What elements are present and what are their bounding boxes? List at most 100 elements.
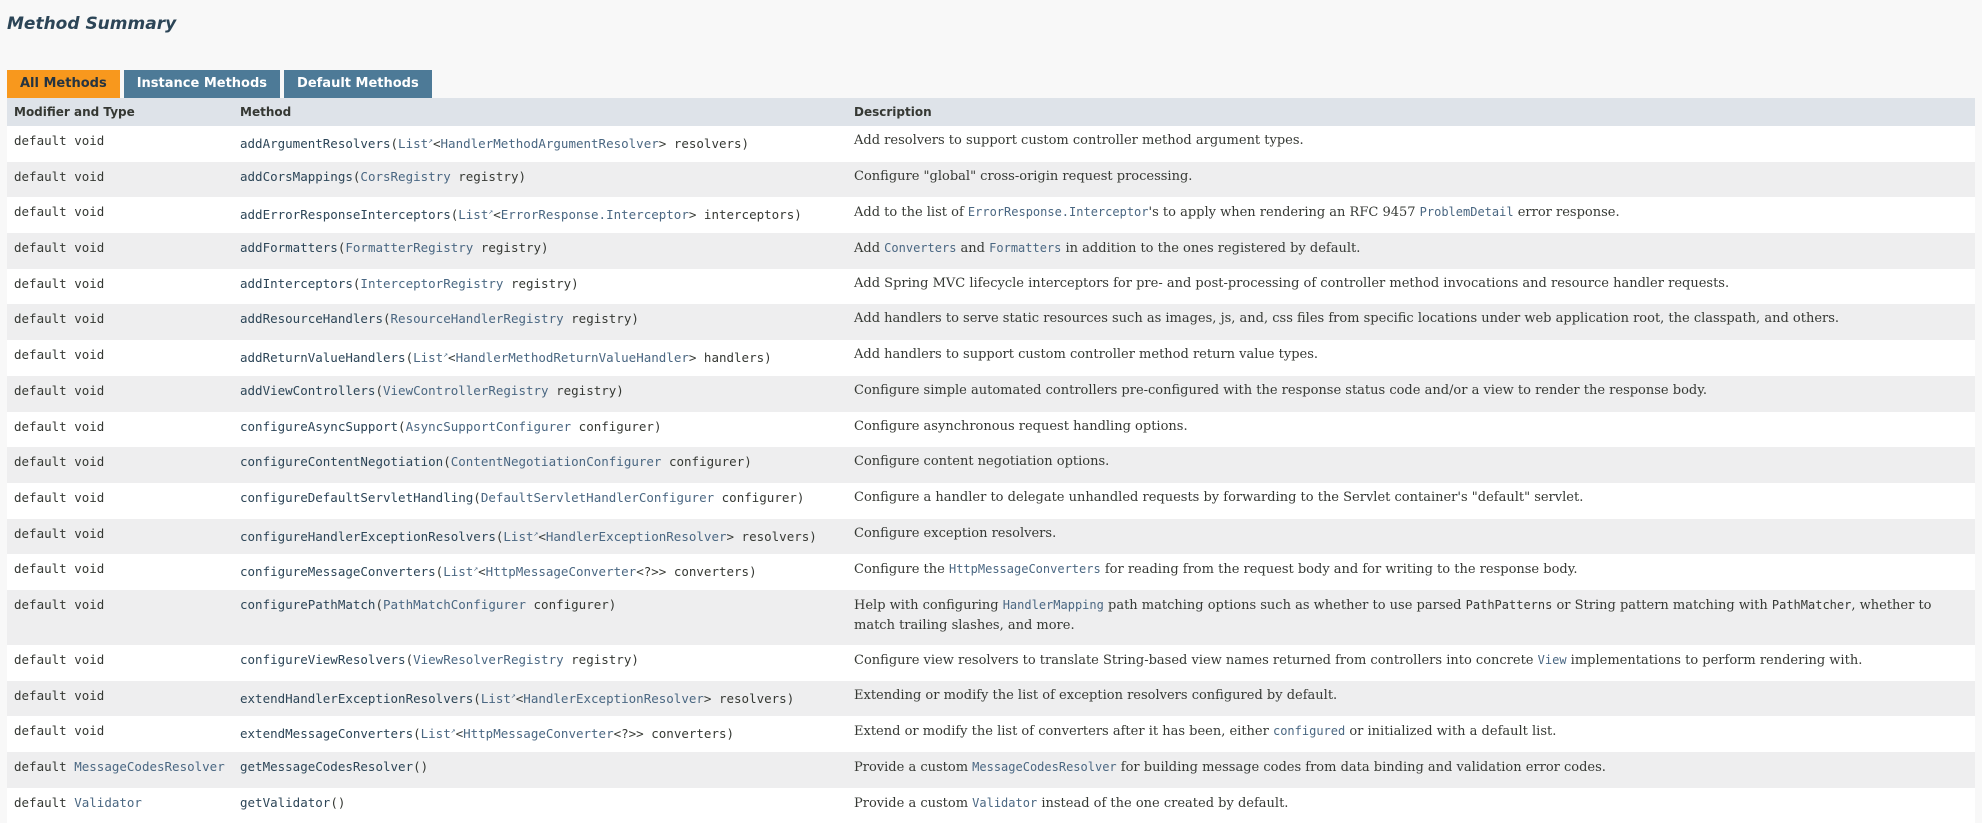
method-name-link[interactable]: addArgumentResolvers: [240, 136, 391, 151]
type-link[interactable]: ErrorResponse.Interceptor: [501, 208, 689, 223]
text-segment: default void: [14, 204, 105, 220]
code-link[interactable]: ErrorResponse.Interceptor: [968, 205, 1149, 219]
code-link[interactable]: configured: [1273, 724, 1345, 738]
method-name-link[interactable]: getValidator: [240, 795, 330, 810]
text-segment: <: [455, 726, 464, 742]
description-cell: Provide a custom MessageCodesResolver fo…: [847, 752, 1975, 788]
text-segment: > handlers): [688, 350, 772, 366]
type-link[interactable]: List: [413, 350, 443, 365]
type-link[interactable]: InterceptorRegistry: [360, 276, 503, 291]
method-name-link[interactable]: configureAsyncSupport: [240, 419, 398, 434]
method-name-link[interactable]: configurePathMatch: [240, 597, 375, 612]
text-segment: error response.: [1513, 205, 1620, 221]
method-name-link[interactable]: addViewControllers: [240, 383, 375, 398]
type-link[interactable]: HandlerMethodReturnValueHandler: [456, 350, 689, 365]
method-cell: getMessageCodesResolver(): [233, 752, 847, 788]
modifier-cell: default void: [7, 412, 233, 448]
code-link[interactable]: HttpMessageConverters: [949, 562, 1101, 576]
text-segment: default void: [14, 454, 105, 470]
modifier-cell: default void: [7, 269, 233, 305]
text-segment: default void: [14, 687, 105, 703]
code-link[interactable]: Formatters: [989, 241, 1061, 255]
text-segment: default void: [14, 651, 105, 667]
text-segment: (: [473, 690, 481, 706]
text-segment: (: [375, 382, 383, 398]
method-name-link[interactable]: addInterceptors: [240, 276, 353, 291]
type-link[interactable]: ViewControllerRegistry: [383, 383, 549, 398]
type-link[interactable]: MessageCodesResolver: [74, 759, 225, 774]
description-cell: Extend or modify the list of converters …: [847, 716, 1975, 752]
method-name-link[interactable]: configureViewResolvers: [240, 652, 406, 667]
tab-instance-methods[interactable]: Instance Methods: [123, 70, 281, 98]
table-header-row: Modifier and Type Method Description: [7, 98, 1975, 126]
type-link[interactable]: CorsRegistry: [360, 169, 450, 184]
modifier-cell: default void: [7, 197, 233, 233]
type-link[interactable]: PathMatchConfigurer: [383, 597, 526, 612]
text-segment: 's to apply when rendering an RFC 9457: [1148, 205, 1420, 221]
type-link[interactable]: FormatterRegistry: [345, 240, 473, 255]
code-link[interactable]: View: [1538, 653, 1567, 667]
method-name-link[interactable]: getMessageCodesResolver: [240, 759, 413, 774]
method-name-link[interactable]: configureHandlerExceptionResolvers: [240, 529, 496, 544]
method-name-link[interactable]: addReturnValueHandlers: [240, 350, 406, 365]
text-segment: default void: [14, 347, 105, 363]
text-segment: configurer): [714, 489, 805, 505]
description-cell: Add handlers to serve static resources s…: [847, 304, 1975, 340]
text-segment: Configure view resolvers to translate St…: [854, 652, 1538, 668]
method-cell: addResourceHandlers(ResourceHandlerRegis…: [233, 304, 847, 340]
text-segment: > resolvers): [703, 690, 795, 706]
type-link[interactable]: ResourceHandlerRegistry: [391, 311, 564, 326]
type-link[interactable]: ViewResolverRegistry: [413, 652, 564, 667]
text-segment: Extending or modify the list of exceptio…: [854, 687, 1338, 703]
table-row: default void configureHandlerExceptionRes…: [7, 518, 1975, 555]
type-link[interactable]: List: [458, 208, 488, 223]
text-segment: configurer): [661, 454, 752, 470]
code-link[interactable]: Converters: [884, 241, 956, 255]
method-name-link[interactable]: configureContentNegotiation: [240, 454, 443, 469]
type-link[interactable]: List: [503, 529, 533, 544]
type-link[interactable]: List: [481, 691, 511, 706]
method-name-link[interactable]: addCorsMappings: [240, 169, 353, 184]
type-link[interactable]: HttpMessageConverter: [486, 564, 637, 579]
method-name-link[interactable]: extendMessageConverters: [240, 726, 413, 741]
code-link[interactable]: ProblemDetail: [1420, 205, 1514, 219]
text-segment: configurer): [526, 596, 617, 612]
tab-all-methods[interactable]: All Methods: [7, 70, 120, 98]
code-link[interactable]: HandlerMapping: [1003, 598, 1104, 612]
modifier-cell: default void: [7, 447, 233, 483]
method-cell: addErrorResponseInterceptors(List↗<Error…: [233, 197, 847, 233]
type-link[interactable]: HttpMessageConverter: [463, 726, 614, 741]
description-cell: Configure asynchronous request handling …: [847, 412, 1975, 448]
type-link[interactable]: HandlerExceptionResolver: [523, 691, 704, 706]
method-name-link[interactable]: configureDefaultServletHandling: [240, 490, 473, 505]
code-link[interactable]: Validator: [972, 796, 1037, 810]
code-link[interactable]: MessageCodesResolver: [972, 760, 1117, 774]
text-segment: (: [473, 489, 481, 505]
type-link[interactable]: List: [421, 726, 451, 741]
table-row: default Validator getValidator() Provide a…: [7, 787, 1975, 823]
method-name-link[interactable]: addFormatters: [240, 240, 338, 255]
type-link[interactable]: HandlerMethodArgumentResolver: [441, 136, 659, 151]
method-name-link[interactable]: extendHandlerExceptionResolvers: [240, 691, 473, 706]
method-name-link[interactable]: addResourceHandlers: [240, 311, 383, 326]
table-row: default void configureAsyncSupport(AsyncS…: [7, 411, 1975, 448]
tab-default-methods[interactable]: Default Methods: [284, 70, 432, 98]
method-name-link[interactable]: addErrorResponseInterceptors: [240, 208, 451, 223]
type-link[interactable]: AsyncSupportConfigurer: [406, 419, 572, 434]
type-link[interactable]: DefaultServletHandlerConfigurer: [481, 490, 714, 505]
text-segment: registry): [563, 651, 639, 667]
table-row: default void configureDefaultServletHandl…: [7, 482, 1975, 519]
text-segment: (: [383, 311, 391, 327]
type-link[interactable]: ContentNegotiationConfigurer: [451, 454, 662, 469]
method-name-link[interactable]: configureMessageConverters: [240, 564, 436, 579]
type-link[interactable]: HandlerExceptionResolver: [546, 529, 727, 544]
type-link[interactable]: List: [398, 136, 428, 151]
text-segment: configurer): [571, 418, 662, 434]
text-segment: registry): [503, 275, 579, 291]
column-header-method: Method: [233, 98, 847, 126]
modifier-cell: default void: [7, 554, 233, 590]
modifier-cell: default void: [7, 519, 233, 555]
type-link[interactable]: List: [443, 564, 473, 579]
type-link[interactable]: Validator: [74, 795, 142, 810]
text-segment: registry): [548, 382, 624, 398]
